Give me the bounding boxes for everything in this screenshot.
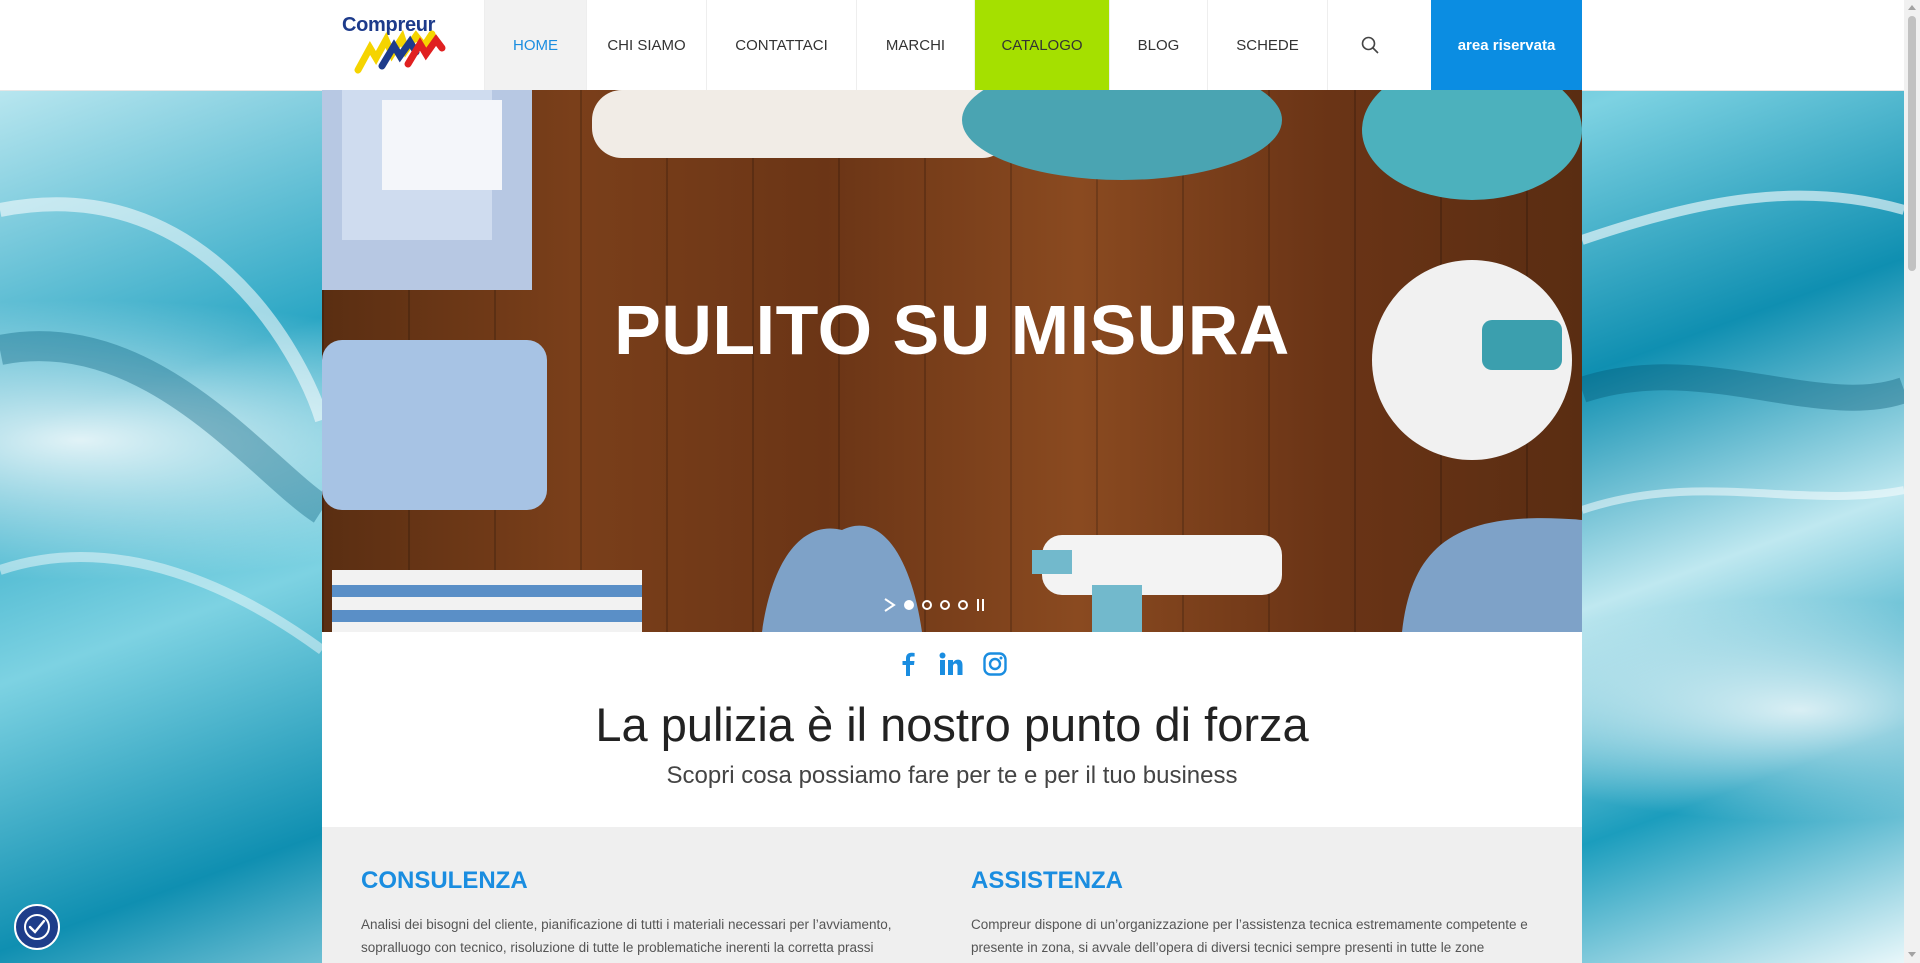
search-button[interactable] — [1327, 0, 1411, 90]
intro-headline: La pulizia è il nostro punto di forza — [595, 698, 1309, 751]
site-header: Compreur HOME CHI SIAMO CONTATTACI MARCH… — [0, 0, 1904, 91]
nav-chi-siamo[interactable]: CHI SIAMO — [586, 0, 706, 90]
service-text: Analisi dei bisogni del cliente, pianifi… — [361, 917, 892, 955]
nav-catalogo[interactable]: CATALOGO — [974, 0, 1109, 90]
search-icon — [1361, 36, 1379, 54]
pause-icon[interactable] — [976, 599, 986, 611]
main-nav: HOME CHI SIAMO CONTATTACI MARCHI CATALOG… — [484, 0, 1411, 90]
hero-slider: PULITO SU MISURA — [322, 90, 1582, 632]
accessibility-button[interactable] — [14, 904, 60, 950]
hero-title: PULITO SU MISURA — [614, 291, 1290, 369]
nav-schede[interactable]: SCHEDE — [1207, 0, 1327, 90]
scroll-thumb[interactable] — [1908, 16, 1916, 271]
intro-subline: Scopri cosa possiamo fare per te e per i… — [666, 762, 1238, 789]
services-section: CONSULENZA Analisi dei bisogni del clien… — [322, 827, 1582, 963]
slider-controls — [884, 598, 986, 612]
slider-dot-1[interactable] — [904, 600, 914, 610]
accessibility-icon — [24, 914, 50, 940]
facebook-icon[interactable] — [897, 652, 919, 676]
compreur-logo[interactable]: Compreur — [342, 14, 460, 76]
nav-marchi[interactable]: MARCHI — [856, 0, 974, 90]
linkedin-icon[interactable] — [939, 652, 963, 676]
service-title: CONSULENZA — [361, 867, 528, 894]
service-consulenza: CONSULENZA Analisi dei bisogni del clien… — [361, 867, 921, 959]
nav-blog[interactable]: BLOG — [1109, 0, 1207, 90]
nav-contattaci[interactable]: CONTATTACI — [706, 0, 856, 90]
slider-dot-2[interactable] — [922, 600, 932, 610]
instagram-icon[interactable] — [983, 652, 1007, 676]
slider-dot-4[interactable] — [958, 600, 968, 610]
area-riservata-button[interactable]: area riservata — [1431, 0, 1582, 90]
nav-home[interactable]: HOME — [484, 0, 586, 90]
slider-dot-3[interactable] — [940, 600, 950, 610]
scroll-up-arrow[interactable] — [1908, 5, 1916, 10]
service-text: Compreur dispone di un’organizzazione pe… — [971, 917, 1528, 955]
play-icon[interactable] — [884, 598, 896, 612]
service-title: ASSISTENZA — [971, 867, 1124, 894]
scroll-down-arrow[interactable] — [1908, 952, 1916, 957]
social-links — [322, 652, 1582, 676]
intro-section: La pulizia è il nostro punto di forza Sc… — [322, 632, 1582, 827]
service-assistenza: ASSISTENZA Compreur dispone di un’organi… — [971, 867, 1531, 959]
page-scrollbar[interactable] — [1904, 0, 1920, 963]
